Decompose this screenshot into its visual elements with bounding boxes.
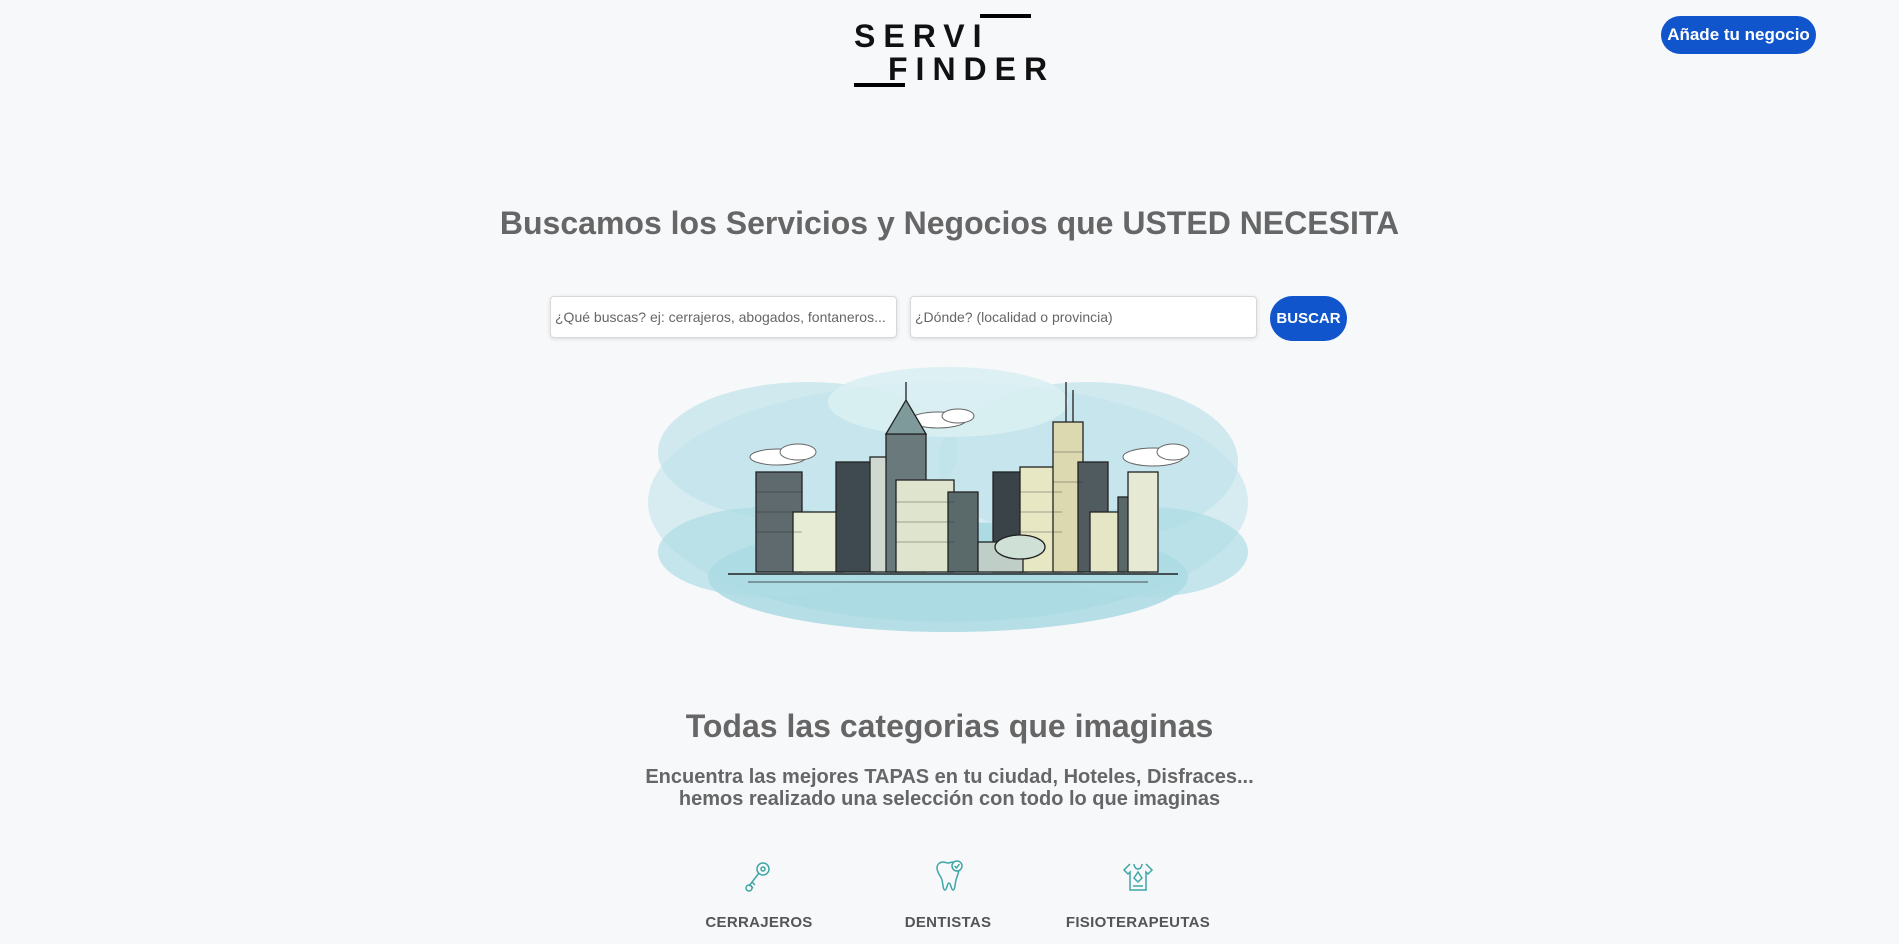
what-search-input[interactable]	[550, 296, 897, 338]
physio-icon	[1122, 863, 1154, 891]
category-label: DENTISTAS	[904, 914, 992, 931]
servifinder-logo[interactable]: SERVI FINDER	[852, 12, 1047, 92]
category-label: CERRAJEROS	[705, 914, 813, 931]
category-fisioterapeutas[interactable]: FISIOTERAPEUTAS	[1058, 858, 1218, 931]
key-icon	[745, 862, 770, 892]
category-cerrajeros[interactable]: CERRAJEROS	[679, 858, 839, 931]
categories-title: Todas las categorias que imaginas	[685, 708, 1214, 744]
hero-title: Buscamos los Servicios y Negocios que US…	[499, 205, 1400, 241]
add-business-button[interactable]: Añade tu negocio	[1661, 16, 1816, 54]
tooth-icon	[936, 860, 963, 891]
logo-bar-bottom	[854, 83, 905, 87]
category-label: FISIOTERAPEUTAS	[1065, 914, 1211, 931]
search-button[interactable]: BUSCAR	[1270, 296, 1347, 341]
categories-subtitle-line2: hemos realizado una selección con todo l…	[678, 788, 1221, 810]
city-skyline-illustration	[648, 367, 1248, 632]
page: SERVI FINDER Añade tu negocio Buscamos l…	[0, 0, 1899, 944]
category-dentistas[interactable]: DENTISTAS	[868, 858, 1028, 931]
categories-subtitle: Encuentra las mejores TAPAS en tu ciudad…	[0, 766, 1899, 810]
categories-subtitle-line1: Encuentra las mejores TAPAS en tu ciudad…	[645, 766, 1254, 788]
logo-line2: FINDER	[888, 51, 1056, 87]
logo-line1: SERVI	[854, 18, 990, 54]
where-search-input[interactable]	[910, 296, 1257, 338]
